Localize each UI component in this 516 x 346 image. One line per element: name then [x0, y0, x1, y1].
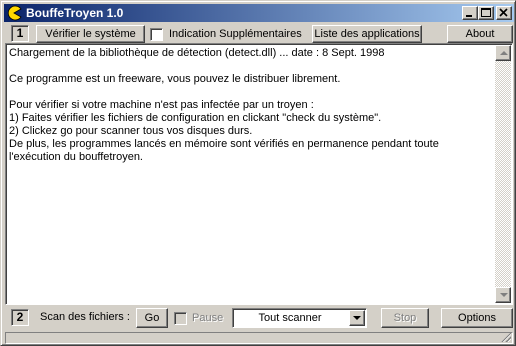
scroll-up-button[interactable] — [495, 45, 511, 61]
minimize-icon — [466, 15, 472, 17]
step-1-badge: 1 — [11, 25, 29, 42]
log-line: Pour vérifier si votre machine n'est pas… — [9, 99, 314, 111]
arrow-down-icon — [500, 293, 508, 297]
minimize-button[interactable] — [462, 6, 478, 20]
about-label: About — [465, 28, 495, 40]
go-button[interactable]: Go — [136, 308, 168, 328]
options-button[interactable]: Options — [441, 308, 513, 328]
stop-button[interactable]: Stop — [381, 308, 429, 328]
scan-files-label: Scan des fichiers : — [40, 311, 130, 323]
pacman-icon[interactable] — [6, 5, 22, 21]
maximize-icon — [481, 8, 491, 17]
scan-scope-value: Tout scanner — [258, 312, 322, 324]
about-button[interactable]: About — [447, 25, 513, 43]
main-window: BouffeTroyen 1.0 1 Vérifier le système I… — [0, 0, 516, 346]
log-text-area[interactable]: Chargement de la bibliothèque de détecti… — [5, 43, 513, 305]
app-list-label: Liste des applications — [314, 28, 420, 40]
log-text: Chargement de la bibliothèque de détecti… — [9, 47, 493, 164]
resize-grip-icon[interactable] — [500, 331, 511, 342]
window-title: BouffeTroyen 1.0 — [26, 6, 124, 20]
scan-scope-dropdown[interactable]: Tout scanner — [232, 308, 367, 328]
log-line: De plus, les programmes lancés en mémoir… — [9, 138, 439, 163]
go-label: Go — [144, 312, 160, 324]
pause-label: Pause — [192, 312, 224, 324]
pause-checkbox[interactable] — [174, 312, 187, 325]
scroll-down-button[interactable] — [495, 287, 511, 303]
app-list-button[interactable]: Liste des applications — [312, 25, 422, 43]
log-line: Ce programme est un freeware, vous pouve… — [9, 73, 341, 85]
arrow-up-icon — [500, 51, 508, 55]
log-line: 2) Clickez go pour scanner tous vos disq… — [9, 125, 253, 137]
extra-info-checkbox[interactable] — [150, 28, 163, 41]
verify-system-button[interactable]: Vérifier le système — [36, 25, 145, 43]
log-line: Chargement de la bibliothèque de détecti… — [9, 47, 385, 59]
stop-label: Stop — [393, 312, 417, 324]
verify-system-label: Vérifier le système — [45, 28, 136, 40]
maximize-button[interactable] — [478, 6, 494, 20]
vertical-scrollbar[interactable] — [495, 45, 511, 303]
close-icon — [499, 8, 508, 17]
title-bar[interactable]: BouffeTroyen 1.0 — [4, 4, 514, 22]
dropdown-button[interactable] — [349, 310, 365, 326]
log-line: 1) Faites vérifier les fichiers de confi… — [9, 112, 382, 124]
chevron-down-icon — [353, 316, 361, 320]
step-2-badge: 2 — [11, 309, 29, 326]
close-button[interactable] — [496, 6, 512, 20]
status-bar — [5, 331, 513, 344]
extra-info-label: Indication Supplémentaires — [169, 28, 302, 40]
options-label: Options — [458, 312, 496, 324]
